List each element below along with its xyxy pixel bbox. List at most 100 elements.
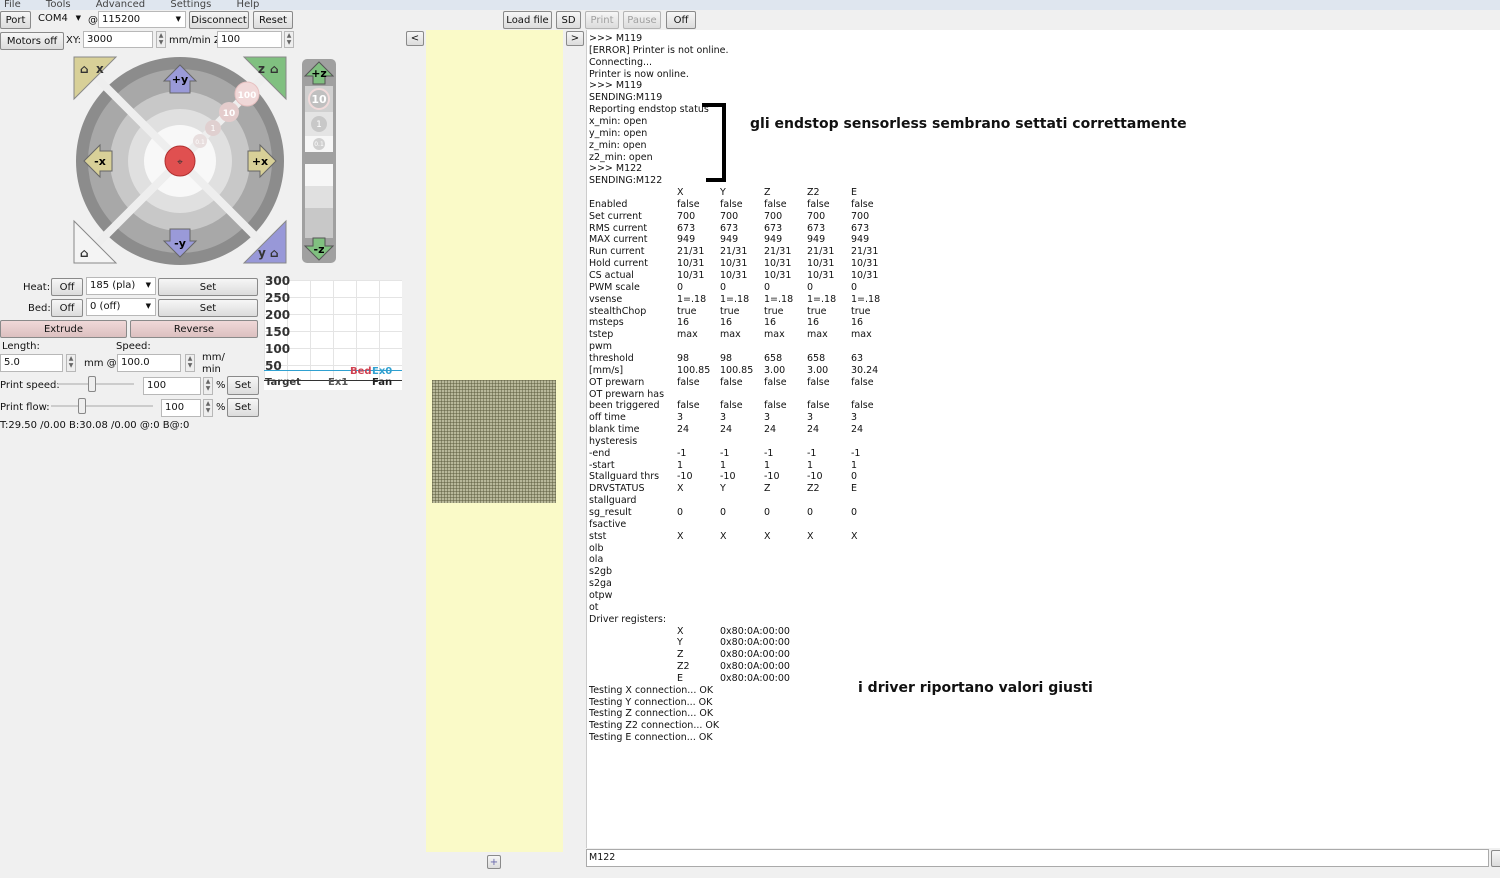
pause-button[interactable]: Pause (623, 11, 661, 29)
length-input[interactable]: 5.0 (0, 354, 63, 372)
heat-off-button[interactable]: Off (51, 278, 83, 296)
collapse-left-button[interactable]: < (406, 31, 424, 46)
console-line: Connecting... (589, 56, 653, 68)
print-speed-set-button[interactable]: Set (227, 376, 259, 395)
reset-button[interactable]: Reset (253, 11, 293, 29)
console-cell: E (851, 483, 858, 495)
console-cell: 10/31 (807, 270, 835, 281)
collapse-right-button[interactable]: > (566, 31, 584, 46)
step-0-1[interactable]: 0.1 (195, 139, 205, 146)
z-feedrate-input[interactable]: 100 (217, 31, 282, 48)
baud-rate-select[interactable]: 115200 (98, 11, 186, 28)
send-button[interactable] (1491, 850, 1500, 867)
com-port-select[interactable]: COM4 (35, 11, 85, 28)
console-cell: -10 (807, 471, 823, 483)
console-cell: 10/31 (677, 258, 705, 270)
xy-jog-control[interactable]: 100 10 1 0.1 ⌖ ⌂ x z ⌂ ⌂ y ⌂ +y -y -x +x (72, 55, 292, 267)
console-row-label: Testing Z connection... OK (589, 708, 714, 720)
speed-input[interactable]: 100.0 (117, 354, 181, 372)
console-cell: 1=.18 (851, 293, 881, 305)
console-cell: 673 (720, 222, 739, 234)
heat-temp-select[interactable]: 185 (pla) (86, 277, 156, 295)
menu-tools[interactable]: Tools (46, 0, 71, 10)
console-cell: 10/31 (677, 270, 705, 281)
heat-set-button[interactable]: Set (158, 278, 258, 296)
console-cell: 0 (807, 507, 814, 518)
print-flow-spinner[interactable]: ▲ ▼ (203, 399, 213, 417)
z-step-10[interactable]: 10 (311, 93, 327, 106)
console-cell: 10/31 (720, 258, 748, 270)
xy-feedrate-input[interactable]: 3000 (83, 31, 153, 48)
add-button[interactable]: + (487, 855, 501, 869)
print-speed-spinner[interactable]: ▲ ▼ (203, 377, 213, 395)
console-cell: 21/31 (851, 246, 879, 258)
console-cell: false (851, 198, 874, 210)
print-flow-input[interactable]: 100 (161, 399, 201, 417)
console-cell: 0x80:0A:00:00 (720, 637, 790, 649)
print-speed-slider[interactable] (58, 376, 134, 392)
command-input[interactable]: M122 (586, 849, 1489, 867)
console-cell: 700 (851, 210, 870, 222)
console-cell: 24 (764, 424, 777, 436)
step-10[interactable]: 10 (223, 109, 236, 119)
motors-off-button[interactable]: Motors off (0, 32, 64, 50)
console-cell: 1 (851, 459, 858, 471)
console-cell: 3.00 (764, 364, 786, 376)
console-cell: X (677, 187, 684, 199)
print-button[interactable]: Print (585, 11, 619, 29)
menu-help[interactable]: Help (237, 0, 260, 10)
z-step-0-1[interactable]: 0.1 (314, 141, 324, 148)
step-100[interactable]: 100 (238, 91, 257, 101)
console-cell: 1=.18 (677, 293, 707, 305)
menu-advanced[interactable]: Advanced (96, 0, 145, 10)
length-spinner[interactable]: ▲ ▼ (66, 354, 76, 372)
port-button[interactable]: Port (0, 11, 31, 29)
console-cell: 3 (720, 412, 727, 424)
load-file-button[interactable]: Load file (503, 11, 552, 29)
build-plate-preview[interactable] (432, 380, 556, 503)
console-cell: -10 (677, 471, 693, 483)
print-speed-input[interactable]: 100 (143, 377, 201, 395)
percent-label: % (216, 402, 226, 413)
console-cell: 0 (677, 507, 684, 518)
console-cell: 1 (764, 459, 771, 471)
disconnect-button[interactable]: Disconnect (189, 11, 249, 29)
z-jog-control[interactable]: +z 10 1 0.1 -z (301, 58, 337, 264)
console-cell: 1=.18 (807, 293, 837, 305)
print-speed-label: Print speed: (0, 380, 60, 391)
off-button[interactable]: Off (666, 11, 696, 29)
console-cell: -10 (764, 471, 780, 483)
z-step-1[interactable]: 1 (316, 120, 322, 130)
svg-text:+x: +x (252, 155, 268, 168)
svg-text:⌂: ⌂ (270, 62, 279, 76)
bed-off-button[interactable]: Off (51, 299, 83, 317)
z-feedrate-spinner[interactable]: ▲ ▼ (284, 31, 294, 48)
reverse-button[interactable]: Reverse (130, 320, 258, 338)
xy-feedrate-spinner[interactable]: ▲ ▼ (156, 31, 166, 48)
menu-settings[interactable]: Settings (170, 0, 211, 10)
console-line: x_min: open (589, 115, 648, 127)
console-row-label: Testing E connection... OK (589, 732, 713, 744)
menu-file[interactable]: File (4, 0, 21, 10)
print-flow-slider-thumb[interactable] (77, 398, 86, 414)
console-cell: X (677, 530, 684, 542)
console-cell: 3 (677, 412, 684, 424)
console-line: Reporting endstop status (589, 104, 709, 116)
console-row-label: stallguard (589, 495, 637, 507)
bed-set-button[interactable]: Set (158, 299, 258, 317)
console-cell: X (677, 625, 684, 637)
console-cell: 21/31 (764, 246, 792, 258)
speed-spinner[interactable]: ▲ ▼ (185, 354, 195, 372)
console-row-label: Hold current (589, 258, 648, 270)
bed-temp-select[interactable]: 0 (off) (86, 298, 156, 316)
console-cell: 949 (720, 234, 739, 246)
extrude-button[interactable]: Extrude (0, 320, 127, 338)
print-flow-set-button[interactable]: Set (227, 398, 259, 417)
print-speed-slider-thumb[interactable] (88, 376, 97, 392)
print-flow-slider[interactable] (51, 398, 153, 414)
console-cell: 1=.18 (720, 293, 750, 305)
step-1[interactable]: 1 (210, 124, 215, 133)
menu-bar: File Tools Advanced Settings Help (0, 0, 1500, 10)
print-flow-label: Print flow: (0, 402, 50, 413)
sd-button[interactable]: SD (556, 11, 581, 29)
